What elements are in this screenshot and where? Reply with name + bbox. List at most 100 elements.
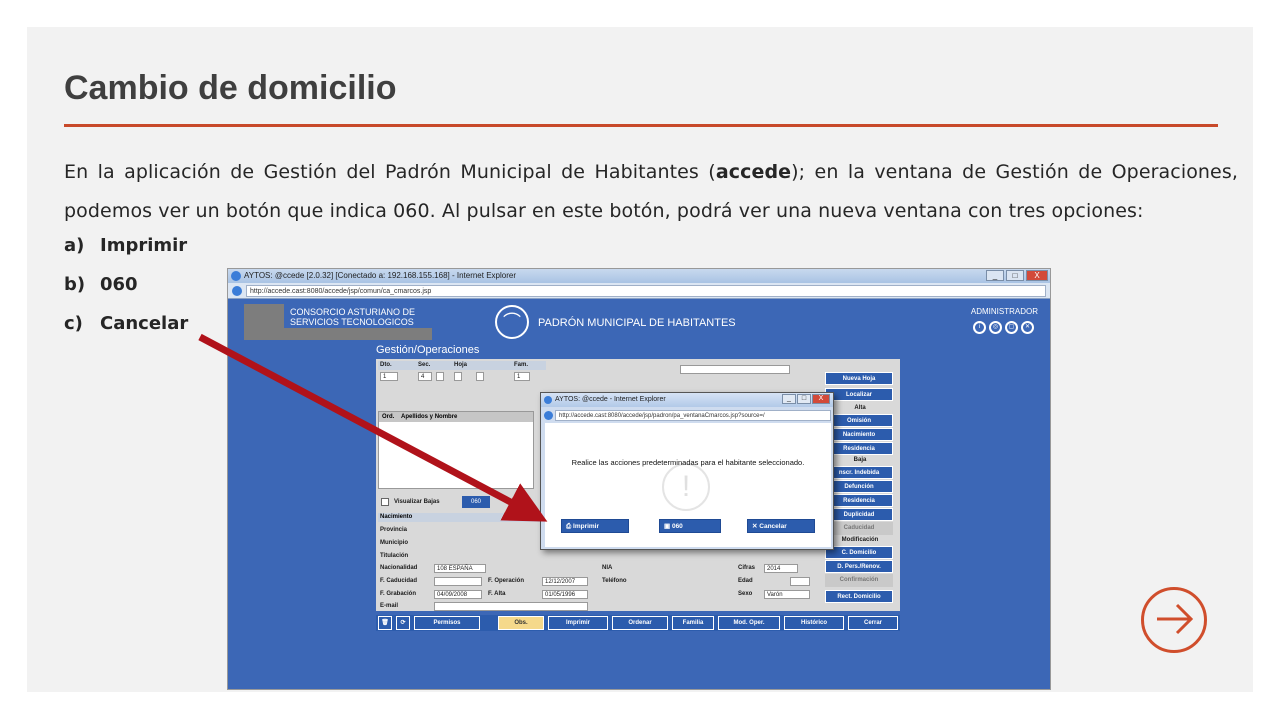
cifras-label: Cifras [738, 565, 756, 571]
mod-oper-button[interactable]: Mod. Oper. [718, 616, 780, 630]
cerrar-button[interactable]: Cerrar [848, 616, 898, 630]
maximize-button[interactable]: □ [1006, 270, 1024, 281]
email-label: E-mail [380, 603, 399, 609]
localizar-button[interactable]: Localizar [825, 388, 893, 401]
paragraph-text-1: En la aplicación de Gestión del Padrón M… [64, 161, 716, 183]
exit-icon[interactable]: ✕ [1021, 321, 1034, 334]
060-button[interactable]: 060 [462, 496, 490, 508]
visualizar-bajas-label: Visualizar Bajas [394, 499, 440, 505]
dialog-maximize-button[interactable]: □ [797, 394, 811, 404]
apellidos-header: Apellidos y Nombre [401, 414, 458, 420]
org-name: CONSORCIO ASTURIANO DE SERVICIOS TECNOLO… [290, 307, 416, 327]
residencia-baja-button[interactable]: Residencia [825, 494, 893, 507]
dialog-cancelar-label: Cancelar [759, 523, 787, 530]
imprimir-button[interactable]: Imprimir [548, 616, 608, 630]
ord-header: Ord. [382, 414, 395, 420]
dto-field[interactable]: 1 [380, 372, 398, 381]
dialog-window-controls: _ □ X [782, 394, 830, 404]
inhabitants-list[interactable]: Ord. Apellidos y Nombre [378, 411, 534, 489]
ie-title-text: AYTOS: @ccede [2.0.32] [Conectado a: 192… [244, 271, 516, 280]
dialog-page-icon [544, 411, 553, 420]
admin-icons: i ◎ ▢ ✕ [973, 321, 1034, 334]
next-button[interactable] [1141, 587, 1207, 653]
address-field[interactable]: http://accede.cast:8080/accede/jsp/comun… [246, 285, 1046, 297]
confirmacion-button[interactable]: Confirmación [825, 574, 893, 587]
residencia-alta-button[interactable]: Residencia [825, 442, 893, 455]
dialog-address-field[interactable]: http://accede.cast:8080/accede/jsp/padro… [555, 410, 831, 421]
option-label: 060 [100, 274, 138, 295]
dialog-close-button[interactable]: X [812, 394, 830, 404]
fam-label: Fam. [514, 362, 529, 368]
bottom-toolbar: 🗑 ⟳ Permisos Obs. Imprimir Ordenar Famil… [376, 615, 900, 631]
nacionalidad-label: Nacionalidad [380, 565, 418, 571]
hoja-field-2[interactable] [476, 372, 484, 381]
accede-term: accede [715, 161, 792, 183]
familia-button[interactable]: Familia [672, 616, 714, 630]
hoja-label: Hoja [454, 362, 468, 368]
sexo-field[interactable]: Varón [764, 590, 810, 599]
f-operacion-field[interactable]: 12/12/2007 [542, 577, 588, 586]
dialog-060-label: 060 [671, 523, 683, 530]
dialog-cancelar-button[interactable]: ✕ Cancelar [747, 519, 815, 533]
user-label: ADMINISTRADOR [970, 307, 1038, 316]
email-field[interactable] [434, 602, 588, 611]
dialog-minimize-button[interactable]: _ [782, 394, 796, 404]
hoja-field[interactable] [454, 372, 462, 381]
f-alta-field[interactable]: 01/05/1996 [542, 590, 588, 599]
intro-paragraph: En la aplicación de Gestión del Padrón M… [64, 153, 1238, 231]
sec-field[interactable]: 4 [418, 372, 432, 381]
inscr-indebida-button[interactable]: nscr. Indebida [825, 466, 893, 479]
obs-button[interactable]: Obs. [498, 616, 544, 630]
f-caducidad-field[interactable] [434, 577, 482, 586]
title-divider [64, 124, 1218, 127]
window-icon[interactable]: ▢ [1005, 321, 1018, 334]
caducidad-button[interactable]: Caducidad [825, 522, 893, 535]
padron-logo-icon: ⌒ [495, 305, 529, 339]
d-pers-button[interactable]: D. Pers./Renov. [825, 560, 893, 573]
historico-button[interactable]: Histórico [784, 616, 844, 630]
ordenar-button[interactable]: Ordenar [612, 616, 668, 630]
option-label: Imprimir [100, 235, 188, 256]
visualizar-bajas-checkbox[interactable] [381, 498, 389, 506]
nueva-hoja-button[interactable]: Nueva Hoja [825, 372, 893, 385]
nacimiento-button[interactable]: Nacimiento [825, 428, 893, 441]
alta-section: Alta [825, 404, 895, 413]
option-letter: c) [64, 313, 83, 334]
duplicidad-button[interactable]: Duplicidad [825, 508, 893, 521]
dto-label: Dto. [380, 362, 392, 368]
settings-icon[interactable]: ◎ [989, 321, 1002, 334]
fam-field[interactable]: 1 [514, 372, 530, 381]
user-icon[interactable]: i [973, 321, 986, 334]
dialog-title: AYTOS: @ccede - Internet Explorer [555, 396, 666, 403]
minimize-button[interactable]: _ [986, 270, 1004, 281]
dialog-titlebar: AYTOS: @ccede - Internet Explorer _ □ X [541, 393, 833, 407]
f-grabacion-field[interactable]: 04/09/2008 [434, 590, 482, 599]
nacionalidad-field[interactable]: 108 ESPAÑA [434, 564, 486, 573]
sec-field-2[interactable] [436, 372, 444, 381]
org-logo-placeholder [244, 304, 284, 340]
dialog-imprimir-button[interactable]: ⎙ Imprimir [561, 519, 629, 533]
ie-page-icon [232, 286, 242, 296]
section-title: Gestión/Operaciones [376, 344, 480, 356]
f-caducidad-label: F. Caducidad [380, 578, 418, 584]
trash-icon[interactable]: 🗑 [378, 616, 392, 630]
ie-titlebar: AYTOS: @ccede [2.0.32] [Conectado a: 192… [228, 269, 1050, 283]
c-domicilio-button[interactable]: C. Domicilio [825, 546, 893, 559]
edad-field[interactable] [790, 577, 810, 586]
dialog-imprimir-label: Imprimir [573, 523, 600, 530]
refresh-icon[interactable]: ⟳ [396, 616, 410, 630]
top-search-field[interactable] [680, 365, 790, 374]
dialog-060-button[interactable]: ▣ 060 [659, 519, 721, 533]
list-header: Ord. Apellidos y Nombre [379, 412, 533, 422]
sexo-label: Sexo [738, 591, 753, 597]
defuncion-button[interactable]: Defunción [825, 480, 893, 493]
warning-icon: ! [662, 463, 710, 511]
cifras-field[interactable]: 2014 [764, 564, 798, 573]
close-button[interactable]: X [1026, 270, 1048, 281]
rect-domicilio-button[interactable]: Rect. Domicilio [825, 590, 893, 603]
f-grabacion-label: F. Grabación [380, 591, 417, 597]
option-060: b) 060 [64, 270, 188, 309]
permisos-button[interactable]: Permisos [414, 616, 480, 630]
omision-button[interactable]: Omisión [825, 414, 893, 427]
nia-label: NIA [602, 565, 613, 571]
